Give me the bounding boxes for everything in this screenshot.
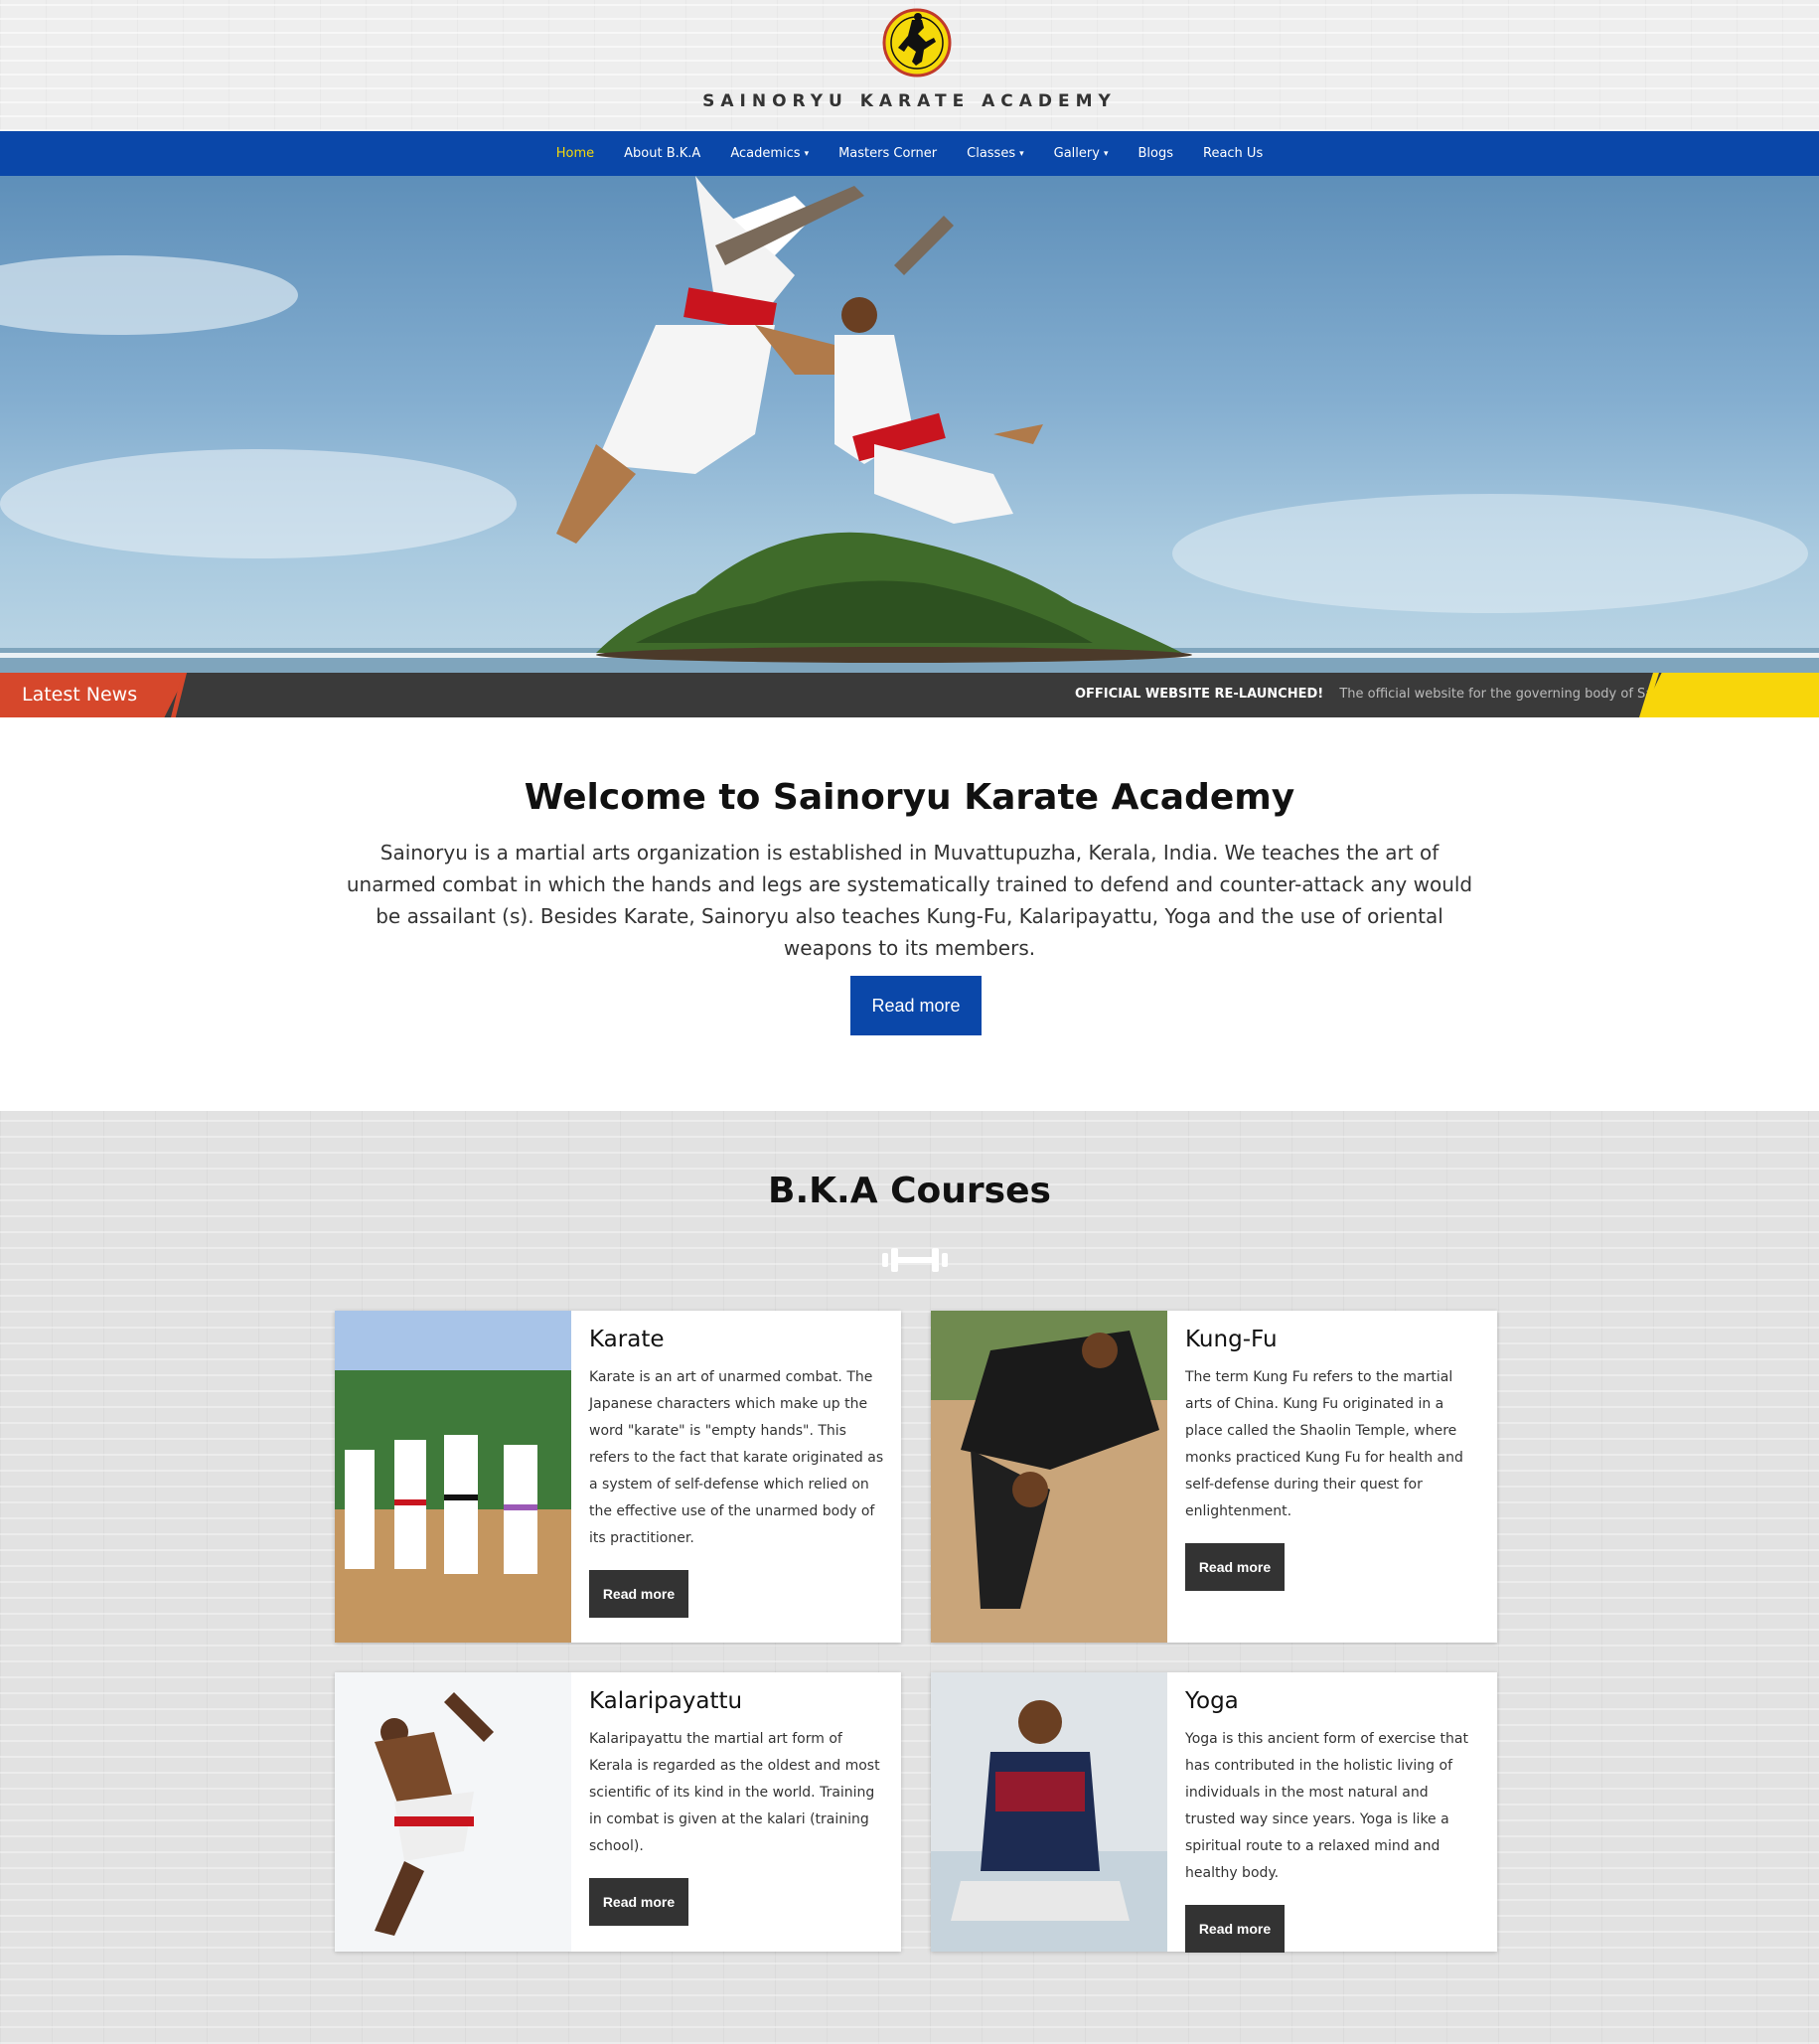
ticker-message[interactable]: OFFICIAL WEBSITE RE-LAUNCHED! The offici… <box>1075 687 1651 702</box>
latest-news-label: Latest News <box>0 673 187 717</box>
nav-item-home[interactable]: Home <box>556 146 594 161</box>
yoga-image[interactable] <box>931 1672 1167 1952</box>
nav-item-classes[interactable]: Classes ▾ <box>967 146 1024 161</box>
hero-banner <box>0 176 1819 673</box>
dumbbell-icon <box>882 1248 948 1272</box>
course-card-kung-fu: Kung-Fu The term Kung Fu refers to the m… <box>931 1311 1497 1643</box>
nav-item-academics[interactable]: Academics ▾ <box>730 146 809 161</box>
card-title[interactable]: Karate <box>589 1327 885 1352</box>
main-nav: Home About B.K.A Academics ▾ Masters Corn… <box>0 131 1819 176</box>
card-title[interactable]: Yoga <box>1185 1688 1481 1714</box>
yoga-read-more-button[interactable]: Read more <box>1185 1905 1285 1953</box>
caret-down-icon: ▾ <box>1019 148 1024 159</box>
ticker-headline[interactable]: OFFICIAL WEBSITE RE-LAUNCHED! <box>1075 687 1323 702</box>
courses-title: B.K.A Courses <box>768 1171 1051 1211</box>
karate-image[interactable] <box>335 1311 571 1643</box>
course-card-karate: Karate Karate is an art of unarmed comba… <box>335 1311 901 1643</box>
nav-item-blogs[interactable]: Blogs <box>1137 146 1173 161</box>
card-title[interactable]: Kung-Fu <box>1185 1327 1481 1352</box>
caret-down-icon: ▾ <box>1103 148 1109 159</box>
courses-section: B.K.A Courses Karate Karate is an art of… <box>0 1111 1819 2044</box>
welcome-read-more-button[interactable]: Read more <box>850 976 982 1035</box>
site-title[interactable]: SAINORYU KARATE ACADEMY <box>0 91 1819 111</box>
karate-read-more-button[interactable]: Read more <box>589 1570 688 1618</box>
course-card-yoga: Yoga Yoga is this ancient form of exerci… <box>931 1672 1497 1953</box>
card-body: Kung-Fu The term Kung Fu refers to the m… <box>1185 1311 1481 1591</box>
course-card-kalaripayattu: Kalaripayattu Kalaripayattu the martial … <box>335 1672 901 1952</box>
card-text: Kalaripayattu the martial art form of Ke… <box>589 1731 880 1854</box>
ticker-accent <box>1640 673 1819 717</box>
kung-fu-image[interactable] <box>931 1311 1167 1643</box>
ticker-text: The official website for the governing b… <box>1339 687 1651 702</box>
kalaripayattu-image[interactable] <box>335 1672 571 1952</box>
nav-item-masters-corner[interactable]: Masters Corner <box>838 146 937 161</box>
card-text: Karate is an art of unarmed combat. The … <box>589 1369 884 1546</box>
welcome-title: Welcome to Sainoryu Karate Academy <box>524 777 1295 818</box>
welcome-text: Sainoryu is a martial arts organization … <box>346 841 1473 960</box>
nav-item-reach-us[interactable]: Reach Us <box>1203 146 1263 161</box>
card-body: Yoga Yoga is this ancient form of exerci… <box>1185 1672 1481 1953</box>
card-body: Kalaripayattu Kalaripayattu the martial … <box>589 1672 885 1926</box>
kung-fu-read-more-button[interactable]: Read more <box>1185 1543 1285 1591</box>
caret-down-icon: ▾ <box>804 148 810 159</box>
news-ticker: Latest News OFFICIAL WEBSITE RE-LAUNCHED… <box>0 673 1819 717</box>
nav-item-about[interactable]: About B.K.A <box>624 146 700 161</box>
welcome-section: Welcome to Sainoryu Karate Academy Saino… <box>0 717 1819 1111</box>
karate-kick-logo-icon[interactable] <box>882 8 952 78</box>
card-body: Karate Karate is an art of unarmed comba… <box>589 1311 885 1618</box>
card-title[interactable]: Kalaripayattu <box>589 1688 885 1714</box>
card-text: Yoga is this ancient form of exercise th… <box>1185 1731 1468 1881</box>
hero-image-kalari-fighters <box>0 176 1819 673</box>
kalaripayattu-read-more-button[interactable]: Read more <box>589 1878 688 1926</box>
nav-item-gallery[interactable]: Gallery ▾ <box>1054 146 1109 161</box>
site-header: SAINORYU KARATE ACADEMY <box>0 0 1819 131</box>
card-text: The term Kung Fu refers to the martial a… <box>1185 1369 1463 1519</box>
